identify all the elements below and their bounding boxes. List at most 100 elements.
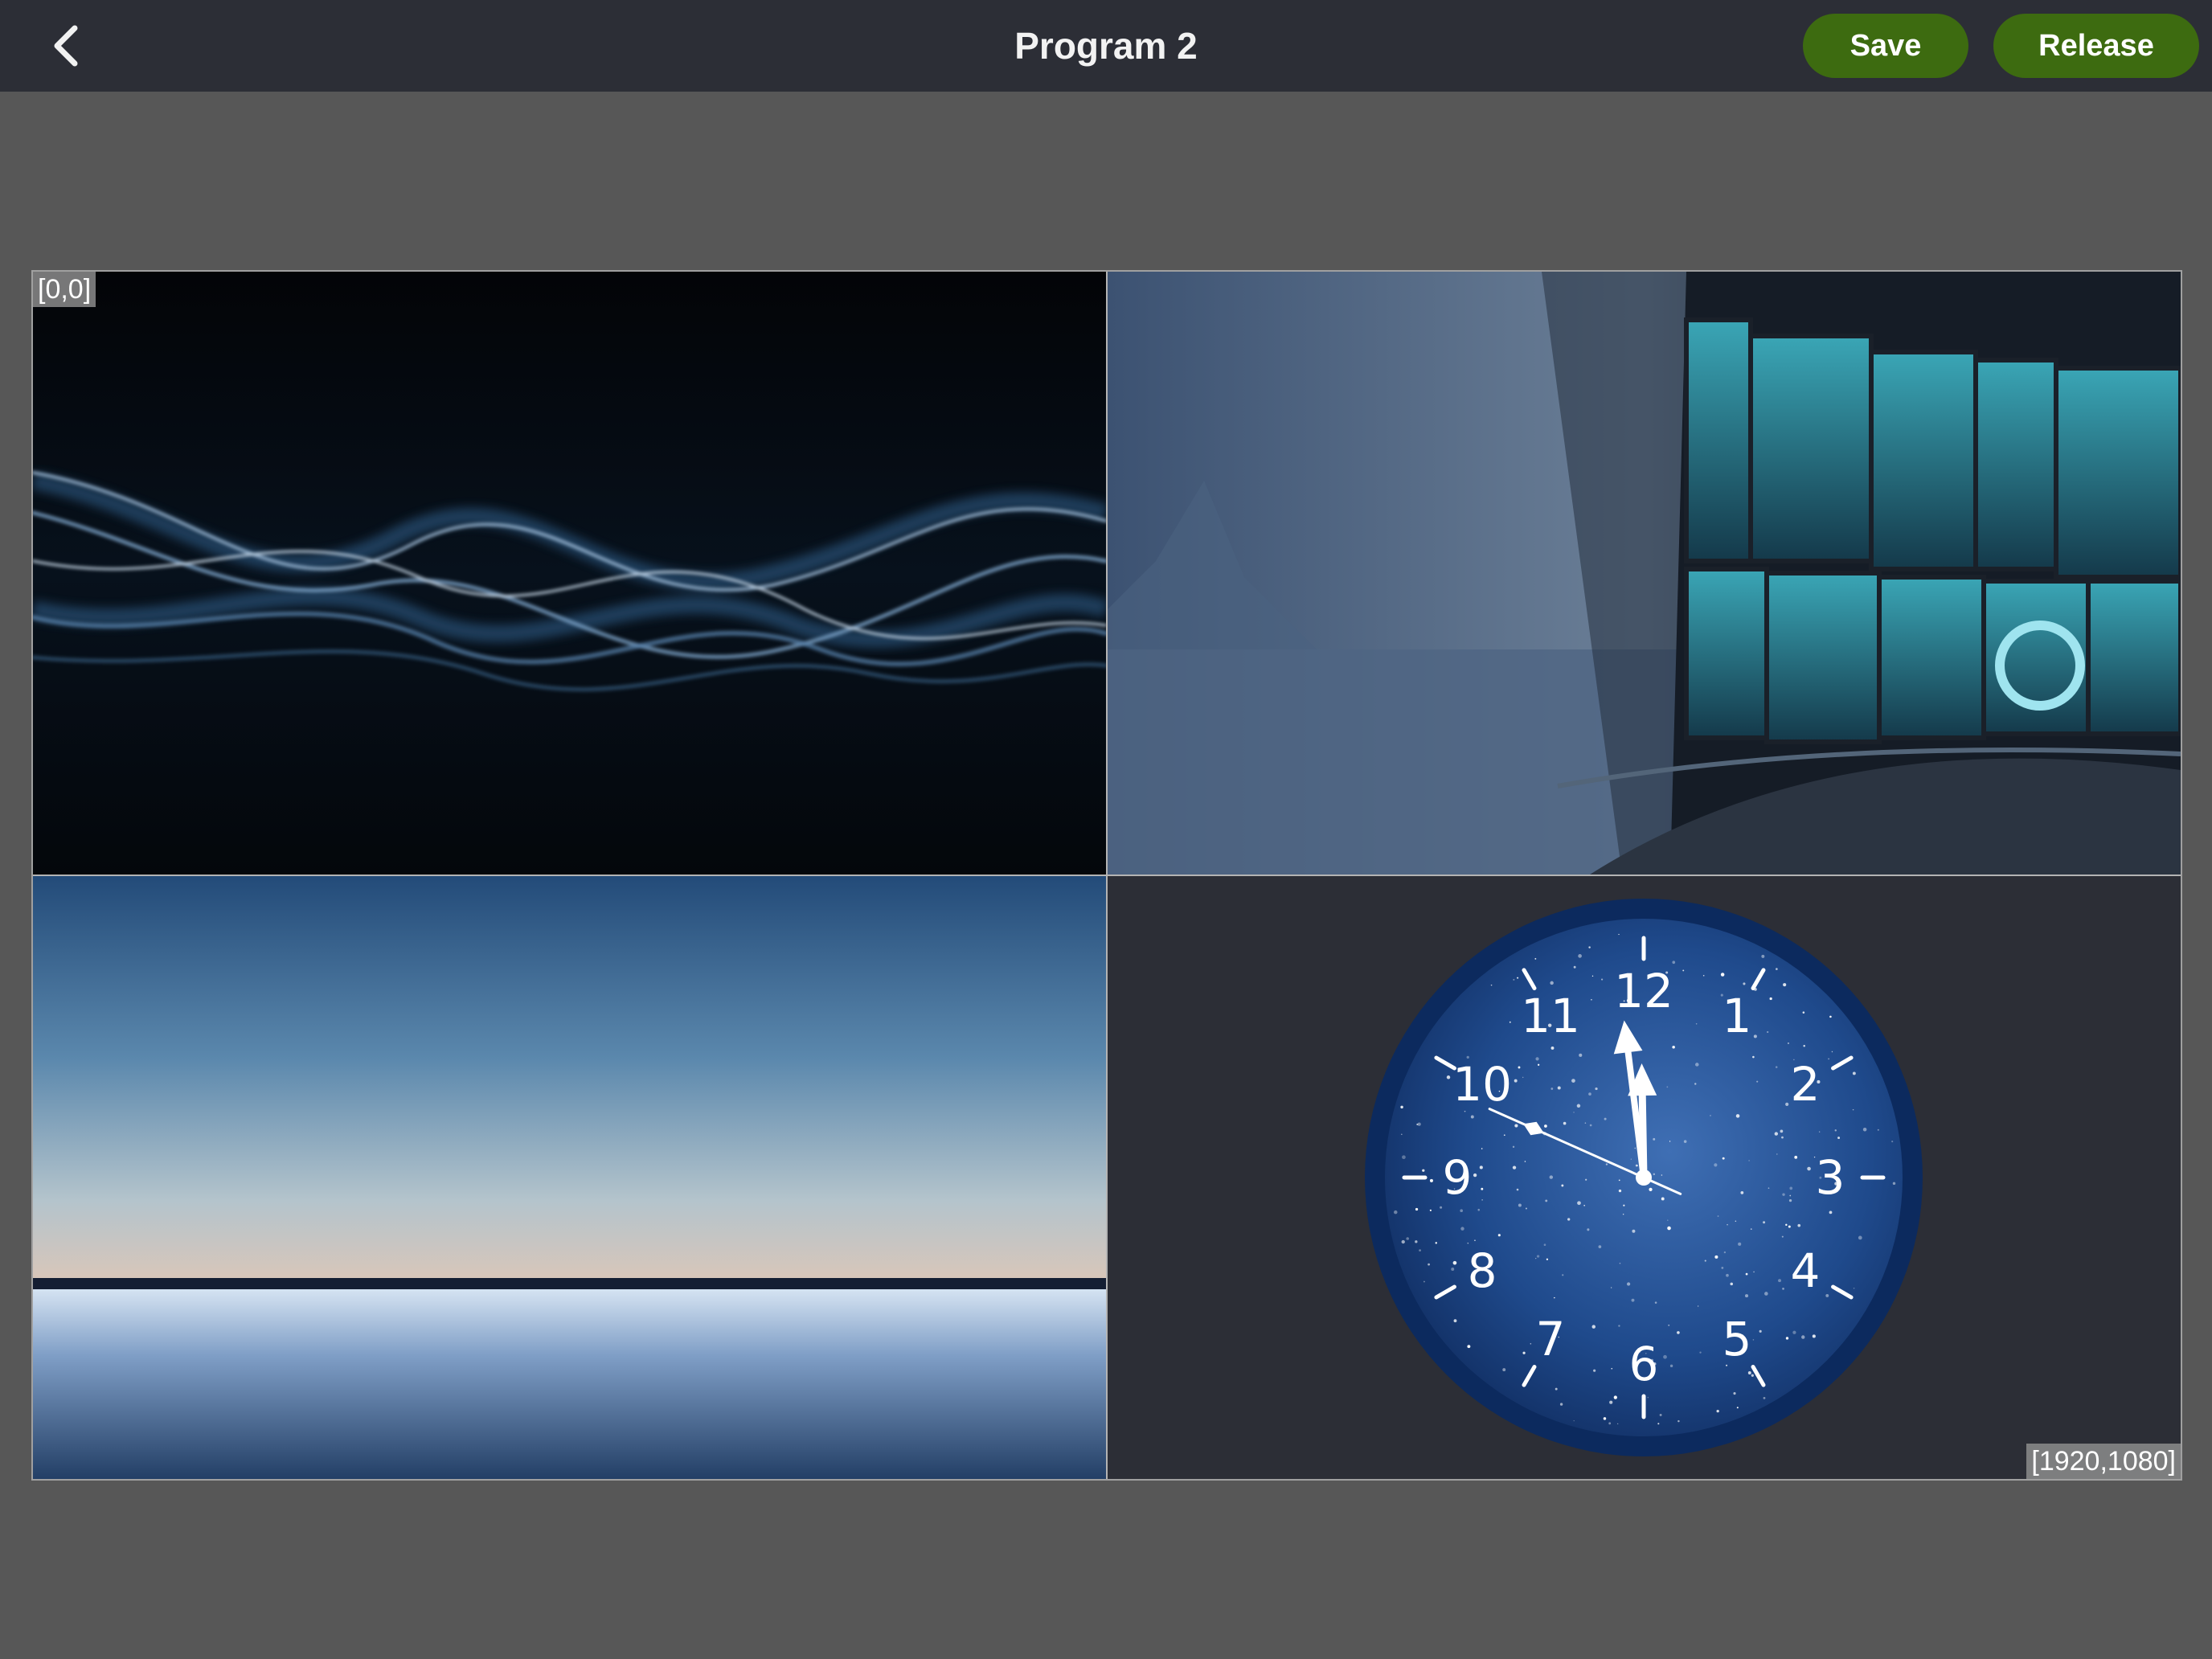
star-dot: [1518, 1203, 1522, 1207]
chevron-left-icon: [54, 25, 78, 67]
star-dot: [1440, 1206, 1443, 1209]
star-dot: [1653, 1137, 1656, 1141]
star-dot: [1579, 1053, 1583, 1057]
star-dot: [1774, 1132, 1779, 1136]
star-dot: [1490, 984, 1493, 986]
star-dot: [1516, 1188, 1519, 1191]
star-dot: [1530, 1343, 1532, 1345]
clock-numeral: 7: [1536, 1312, 1566, 1366]
clock-numeral: 4: [1790, 1243, 1820, 1298]
star-dot: [1736, 1407, 1739, 1409]
star-dot: [1549, 1175, 1554, 1179]
clock-numeral: 1: [1722, 989, 1752, 1043]
star-dot: [1513, 978, 1515, 981]
star-dot: [1588, 1092, 1591, 1096]
star-dot: [1837, 1137, 1841, 1140]
star-dot: [1797, 1223, 1801, 1227]
star-dot: [1632, 1229, 1636, 1233]
star-dot: [1759, 1329, 1762, 1333]
star-dot: [1657, 1423, 1660, 1425]
star-dot: [1481, 1187, 1484, 1190]
star-dot: [1661, 1197, 1665, 1201]
clock-numeral: 6: [1629, 1337, 1659, 1391]
star-dot: [1406, 1237, 1409, 1240]
release-button[interactable]: Release: [1993, 14, 2199, 78]
star-dot: [1653, 1173, 1656, 1175]
clock-numeral: 10: [1452, 1057, 1512, 1112]
star-dot: [1416, 1123, 1419, 1125]
star-dot: [1509, 1021, 1511, 1023]
control-room-image[interactable]: [1108, 272, 2181, 875]
star-dot: [1601, 978, 1604, 981]
star-dot: [1738, 1242, 1742, 1246]
save-button[interactable]: Save: [1803, 14, 1968, 78]
star-dot: [1604, 1117, 1607, 1120]
star-dot: [1512, 1145, 1515, 1149]
star-dot: [1589, 1124, 1592, 1127]
star-dot: [1428, 1263, 1431, 1266]
star-dot: [1776, 1153, 1778, 1155]
star-dot: [1626, 1282, 1631, 1286]
star-dot: [1782, 1287, 1784, 1290]
star-dot: [1512, 1165, 1517, 1169]
star-dot: [1591, 998, 1592, 1001]
star-dot: [1788, 1225, 1791, 1228]
star-dot: [1618, 1189, 1622, 1193]
star-dot: [1747, 1371, 1751, 1374]
star-dot: [1522, 1076, 1524, 1079]
star-dot: [1694, 1083, 1697, 1085]
star-dot: [1789, 1194, 1792, 1197]
star-dot: [1780, 1129, 1784, 1133]
clock-hub: [1636, 1169, 1652, 1186]
analog-clock-widget[interactable]: 12 1 2 3 4 5 6 7 8 9 10 11: [1108, 876, 2181, 1479]
star-dot: [1453, 1319, 1457, 1323]
star-dot: [1661, 1174, 1663, 1176]
horizon-sea-image[interactable]: [33, 876, 1106, 1479]
star-dot: [1722, 1157, 1725, 1160]
star-dot: [1695, 1022, 1698, 1025]
star-dot: [1745, 1272, 1748, 1276]
star-dot: [1807, 1166, 1811, 1171]
back-button[interactable]: [37, 18, 93, 74]
program-canvas[interactable]: 12 1 2 3 4 5 6 7 8 9 10 11 [0,0] [1920,1080]: [31, 270, 2182, 1481]
star-dot: [1891, 1141, 1894, 1143]
star-dot: [1792, 1330, 1796, 1334]
star-dot: [1514, 1079, 1518, 1083]
clock-numeral: 3: [1816, 1150, 1845, 1205]
star-dot: [1862, 1128, 1867, 1132]
origin-coordinate-label: [0,0]: [33, 272, 96, 307]
star-dot: [1603, 1417, 1607, 1420]
star-dot: [1401, 1133, 1403, 1136]
clock-numeral: 2: [1790, 1057, 1820, 1112]
star-dot: [1585, 1178, 1587, 1181]
star-dot: [1699, 1351, 1702, 1354]
star-dot: [1649, 1187, 1653, 1192]
clock-numeral: 12: [1614, 964, 1673, 1018]
top-bar: Program 2 Save Release: [0, 0, 2212, 92]
star-dot: [1401, 1239, 1405, 1244]
star-dot: [1721, 1267, 1724, 1269]
star-dot: [1402, 1155, 1406, 1160]
star-dot: [1550, 1046, 1555, 1050]
wave-light-image[interactable]: [33, 272, 1106, 875]
star-dot: [1716, 1410, 1719, 1413]
star-dot: [1818, 1131, 1821, 1133]
star-dot: [1659, 1413, 1662, 1416]
star-dot: [1576, 1104, 1581, 1108]
clock-numeral: 5: [1722, 1312, 1752, 1366]
star-dot: [1788, 1043, 1789, 1044]
star-dot: [1460, 1209, 1464, 1213]
star-dot: [1535, 1057, 1539, 1061]
star-dot: [1764, 1292, 1768, 1296]
star-dot: [1730, 1282, 1734, 1286]
star-dot: [1591, 975, 1594, 977]
star-dot: [1647, 1396, 1649, 1399]
star-dot: [1763, 1397, 1766, 1399]
star-dot: [1743, 982, 1746, 985]
star-dot: [1535, 1258, 1537, 1260]
star-dot: [1740, 1191, 1744, 1194]
star-dot: [1415, 1207, 1419, 1211]
star-dot: [1473, 1173, 1477, 1178]
star-dot: [1825, 1293, 1829, 1297]
star-dot: [1714, 1255, 1718, 1259]
